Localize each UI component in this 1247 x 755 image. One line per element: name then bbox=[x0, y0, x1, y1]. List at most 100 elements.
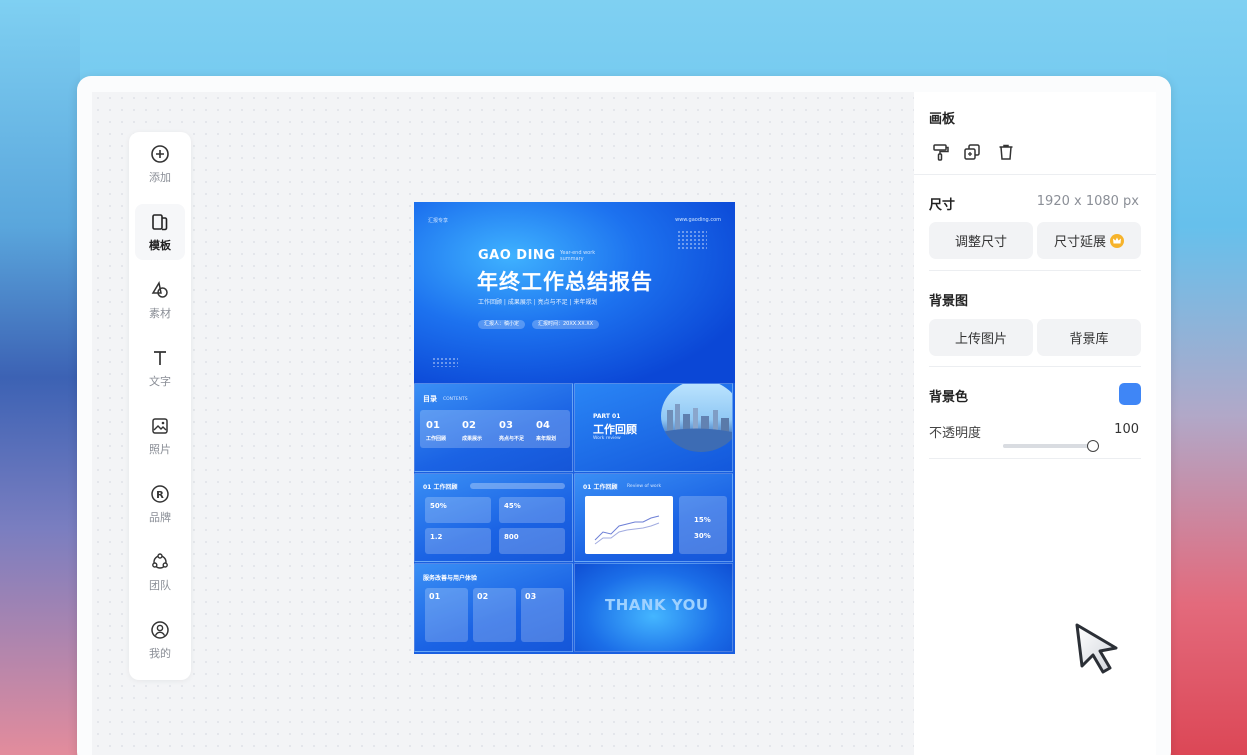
toolbar-item-template[interactable]: 模板 bbox=[135, 204, 185, 260]
background-left bbox=[0, 0, 80, 755]
opacity-label: 不透明度 bbox=[929, 426, 982, 441]
thanks-text: THANK YOU bbox=[605, 596, 709, 614]
hero-tags: 工作回顾 | 成果展示 | 亮点与不足 | 来年规划 bbox=[478, 299, 598, 306]
bg-image-label: 背景图 bbox=[929, 294, 969, 309]
stat-card bbox=[425, 497, 491, 523]
brand-r-icon: R bbox=[151, 484, 169, 503]
stat-value: 50% bbox=[430, 502, 447, 510]
toc-num: 04 bbox=[536, 420, 550, 431]
mouse-cursor-icon bbox=[1075, 623, 1118, 674]
shapes-icon bbox=[151, 280, 168, 298]
city-image bbox=[661, 384, 732, 452]
slide-thanks[interactable]: THANK YOU bbox=[574, 563, 733, 652]
toolbar-item-label: 团队 bbox=[149, 578, 171, 592]
background-right bbox=[1167, 0, 1247, 755]
decor-dots bbox=[677, 230, 707, 250]
toolbar-item-add[interactable]: 添加 bbox=[135, 136, 185, 192]
hero-slide[interactable]: 汇报专享 www.gaoding.com GAO DING Year-end w… bbox=[414, 202, 735, 383]
toc-label: 来年规划 bbox=[536, 436, 557, 442]
toolbar-item-label: 品牌 bbox=[149, 510, 171, 524]
extend-size-button-label: 尺寸延展 bbox=[1053, 235, 1106, 250]
extend-size-button[interactable]: 尺寸延展 bbox=[1037, 222, 1141, 259]
background-library-button[interactable]: 背景库 bbox=[1037, 319, 1141, 356]
template-document[interactable]: 汇报专享 www.gaoding.com GAO DING Year-end w… bbox=[414, 202, 735, 654]
hero-top-right: www.gaoding.com bbox=[675, 217, 721, 223]
slide-service[interactable]: 服务改善与用户体验 01 02 03 bbox=[414, 563, 573, 652]
decor-dots bbox=[432, 357, 458, 367]
stat-card bbox=[499, 528, 565, 554]
stat-value: 45% bbox=[504, 502, 521, 510]
divider bbox=[914, 174, 1156, 175]
duplicate-icon[interactable] bbox=[962, 142, 982, 162]
toolbar-item-photos[interactable]: 照片 bbox=[135, 408, 185, 464]
background-library-button-label: 背景库 bbox=[1069, 332, 1109, 347]
toolbar-item-label: 文字 bbox=[149, 374, 171, 388]
upload-image-button[interactable]: 上传图片 bbox=[929, 319, 1033, 356]
service-title: 服务改善与用户体验 bbox=[423, 575, 478, 582]
toolbar-item-label: 模板 bbox=[149, 238, 171, 252]
size-value: 1920 x 1080 px bbox=[1036, 194, 1139, 209]
hero-top-left: 汇报专享 bbox=[428, 218, 449, 224]
toc-num: 02 bbox=[462, 420, 476, 431]
toc-title-en: CONTENTS bbox=[443, 397, 468, 402]
slide-toc[interactable]: 目录 CONTENTS 01 工作回顾 02 成果展示 03 亮点与不足 04 … bbox=[414, 383, 573, 472]
slide-review-chart[interactable]: 01 工作回顾 Review of work 15% 30% bbox=[574, 473, 733, 562]
text-icon bbox=[154, 350, 166, 365]
template-icon bbox=[152, 213, 168, 230]
toc-label: 亮点与不足 bbox=[499, 436, 525, 442]
toolbar-item-label: 我的 bbox=[149, 646, 171, 660]
review-title: 01 工作回顾 bbox=[423, 484, 458, 491]
stat-value: 15% bbox=[694, 516, 711, 524]
resize-button[interactable]: 调整尺寸 bbox=[929, 222, 1033, 259]
size-label: 尺寸 bbox=[929, 198, 956, 213]
toc-label: 工作回顾 bbox=[426, 436, 447, 442]
toc-num: 03 bbox=[499, 420, 513, 431]
bg-color-swatch[interactable] bbox=[1119, 383, 1141, 405]
toolbar-item-text[interactable]: 文字 bbox=[135, 340, 185, 396]
toc-label: 成果展示 bbox=[462, 436, 483, 442]
part-label: PART 01 bbox=[593, 413, 621, 420]
review-banner bbox=[470, 483, 565, 489]
opacity-slider-fill bbox=[1003, 444, 1089, 448]
toolbar-item-brand[interactable]: R 品牌 bbox=[135, 476, 185, 532]
hero-brand-sub: Year-end work summary bbox=[560, 250, 596, 262]
image-icon bbox=[152, 417, 168, 434]
upload-image-button-label: 上传图片 bbox=[954, 332, 1007, 347]
divider bbox=[929, 366, 1141, 367]
service-num: 02 bbox=[477, 592, 489, 601]
service-num: 01 bbox=[429, 592, 441, 601]
editor-window: 添加 模板 素材 文字 照片 R 品牌 团队 我的 汇报专享 www.gaodi… bbox=[77, 76, 1171, 755]
part-title: 工作回顾 bbox=[593, 423, 637, 436]
toolbar-item-team[interactable]: 团队 bbox=[135, 544, 185, 600]
canvas-area[interactable]: 添加 模板 素材 文字 照片 R 品牌 团队 我的 汇报专享 www.gaodi… bbox=[92, 92, 914, 755]
stat-card bbox=[679, 496, 727, 554]
left-toolbar: 添加 模板 素材 文字 照片 R 品牌 团队 我的 bbox=[129, 132, 191, 680]
stat-card bbox=[425, 528, 491, 554]
hero-title: 年终工作总结报告 bbox=[477, 270, 653, 294]
toc-title: 目录 bbox=[423, 395, 437, 403]
trash-icon[interactable] bbox=[996, 142, 1016, 162]
crown-icon bbox=[1110, 233, 1124, 248]
slide-review[interactable]: 01 工作回顾 50% 45% 1.2 800 bbox=[414, 473, 573, 562]
artboard-title: 画板 bbox=[929, 112, 956, 127]
divider bbox=[929, 458, 1141, 459]
add-circle-icon bbox=[151, 144, 169, 163]
opacity-value[interactable]: 100 bbox=[1114, 422, 1139, 437]
toc-num: 01 bbox=[426, 420, 440, 431]
toolbar-item-materials[interactable]: 素材 bbox=[135, 272, 185, 328]
resize-button-label: 调整尺寸 bbox=[954, 235, 1007, 250]
toolbar-item-mine[interactable]: 我的 bbox=[135, 612, 185, 668]
format-painter-icon[interactable] bbox=[931, 142, 951, 162]
slide-part[interactable]: PART 01 工作回顾 Work review bbox=[574, 383, 733, 472]
hero-brand: GAO DING bbox=[478, 248, 556, 263]
part-sub: Work review bbox=[593, 436, 621, 441]
toolbar-item-label: 添加 bbox=[149, 170, 171, 184]
service-num: 03 bbox=[525, 592, 537, 601]
opacity-slider[interactable] bbox=[1003, 440, 1099, 452]
divider bbox=[929, 270, 1141, 271]
user-icon bbox=[151, 620, 169, 639]
review-chart-title: 01 工作回顾 bbox=[583, 484, 618, 491]
svg-text:R: R bbox=[156, 490, 164, 501]
opacity-slider-handle[interactable] bbox=[1087, 440, 1099, 452]
bg-color-label: 背景色 bbox=[929, 390, 969, 405]
